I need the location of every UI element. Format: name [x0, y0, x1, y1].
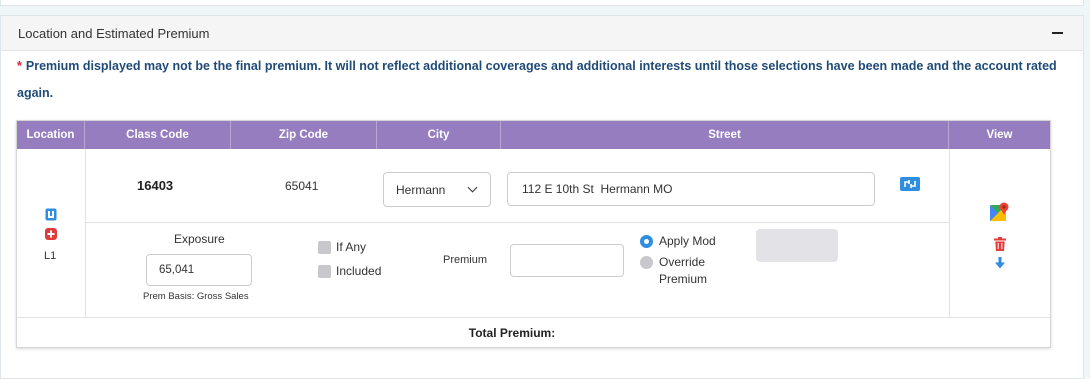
apply-mod-radio[interactable]: Apply Mod — [640, 234, 716, 248]
override-premium-label: Override Premium — [659, 255, 708, 286]
premium-input[interactable] — [510, 244, 624, 277]
table-header: Location Class Code Zip Code City Street… — [17, 121, 1050, 149]
street-input[interactable] — [507, 172, 875, 206]
exposure-label: Exposure — [174, 232, 225, 246]
mod-value-box — [756, 229, 838, 262]
add-icon[interactable] — [44, 227, 58, 241]
header-class-code: Class Code — [85, 121, 231, 149]
included-checkbox[interactable]: Included — [318, 264, 381, 278]
radio-selected-icon — [640, 235, 653, 248]
city-select[interactable]: Hermann — [383, 172, 491, 207]
panel-title: Location and Estimated Premium — [18, 25, 210, 41]
included-label: Included — [336, 264, 382, 278]
chevron-down-icon — [467, 182, 478, 193]
notice-text: Premium displayed may not be the final p… — [17, 59, 1057, 100]
map-edit-icon[interactable] — [899, 176, 921, 192]
if-any-label: If Any — [336, 240, 367, 254]
location-table: Location Class Code Zip Code City Street… — [16, 120, 1051, 348]
premium-label: Premium — [443, 254, 488, 266]
apply-mod-label: Apply Mod — [659, 234, 716, 248]
panel-header[interactable]: Location and Estimated Premium — [1, 16, 1083, 51]
google-maps-icon[interactable] — [989, 201, 1011, 223]
zip-code-value: 65041 — [285, 179, 319, 193]
total-premium-label: Total Premium: — [468, 326, 556, 340]
divider — [17, 317, 1050, 318]
arrow-down-icon[interactable] — [992, 256, 1008, 270]
header-location: Location — [17, 121, 85, 149]
if-any-checkbox[interactable]: If Any — [318, 240, 366, 254]
required-star: * — [17, 59, 22, 73]
divider — [85, 222, 949, 223]
header-zip-code: Zip Code — [231, 121, 377, 149]
divider — [85, 149, 86, 317]
premium-notice: * Premium displayed may not be the final … — [17, 53, 1057, 107]
prem-basis-text: Prem Basis: Gross Sales — [143, 291, 249, 302]
radio-unselected-icon — [640, 256, 653, 269]
previous-panel-bottom — [0, 0, 1084, 6]
exposure-input[interactable] — [146, 254, 252, 286]
copy-icon[interactable] — [44, 207, 58, 221]
header-street: Street — [501, 121, 949, 149]
trash-icon[interactable] — [992, 236, 1008, 252]
location-label: L1 — [44, 250, 57, 262]
divider — [949, 149, 950, 317]
header-city: City — [377, 121, 501, 149]
override-premium-radio[interactable]: Override Premium — [640, 255, 719, 288]
class-code-value: 16403 — [137, 178, 174, 193]
header-view: View — [986, 129, 1013, 141]
checkbox-box — [318, 240, 331, 254]
checkbox-box — [318, 264, 331, 278]
minus-icon[interactable] — [1049, 25, 1065, 41]
city-select-value: Hermann — [396, 182, 446, 197]
